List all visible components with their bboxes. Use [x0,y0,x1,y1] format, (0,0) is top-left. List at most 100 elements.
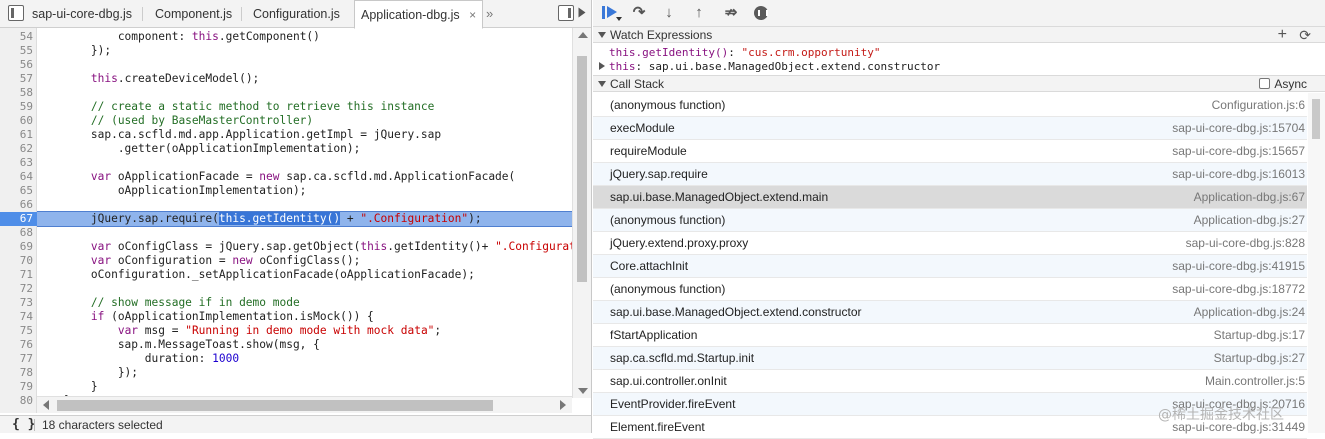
call-frame-function: (anonymous function) [610,98,726,112]
call-frame[interactable]: (anonymous function) sap-ui-core-dbg.js:1… [593,278,1307,301]
call-frame-location[interactable]: Application-dbg.js:67 [1194,186,1305,208]
watch-item[interactable]: this: sap.ui.base.ManagedObject.extend.c… [593,60,1325,73]
async-toggle[interactable]: Async [1259,76,1307,92]
scroll-right-icon[interactable] [560,400,566,410]
line-number[interactable]: 65 [0,184,33,198]
call-frame[interactable]: sap.ca.scfld.md.Startup.init Startup-dbg.… [593,347,1307,370]
scroll-thumb[interactable] [1312,99,1320,139]
call-stack-header[interactable]: Call Stack Async [593,75,1325,92]
watch-expressions-header[interactable]: Watch Expressions + ⟳ [593,26,1325,43]
call-frame-location[interactable]: Main.controller.js:5 [1205,370,1305,392]
tab-component[interactable]: Component.js [155,0,232,28]
code-view[interactable]: component: this.getComponent() }); this.… [37,28,572,398]
line-number[interactable]: 63 [0,156,33,170]
call-stack-scrollbar[interactable] [1308,93,1325,433]
call-frame-location[interactable]: Startup-dbg.js:27 [1214,347,1305,369]
resume-script-execution-button[interactable] [599,4,622,22]
refresh-watch-icon[interactable]: ⟳ [1299,27,1311,43]
line-number[interactable]: 64 [0,170,33,184]
close-tab-icon[interactable]: × [469,8,476,22]
call-frame[interactable]: execModule sap-ui-core-dbg.js:15704 [593,117,1307,140]
line-number[interactable]: 79 [0,380,33,394]
line-number[interactable]: 54 [0,30,33,44]
call-frame[interactable]: (anonymous function) Configuration.js:6 [593,94,1307,117]
tab-configuration[interactable]: Configuration.js [253,0,340,28]
step-out-button[interactable]: ↑ [689,4,709,22]
code-line: if (oApplicationImplementation.isMock())… [37,310,572,324]
line-number[interactable]: 77 [0,352,33,366]
debugger-toolbar: ↷ ↓ ↑ ⇏ [593,0,1325,27]
pause-on-exceptions-button[interactable] [751,4,771,22]
call-frame[interactable]: fStartApplication Startup-dbg.js:17 [593,324,1307,347]
step-into-button[interactable]: ↓ [659,4,679,22]
call-frame[interactable]: sap.ui.base.ManagedObject.extend.constru… [593,301,1307,324]
line-number[interactable]: 72 [0,282,33,296]
toggle-navigator-icon[interactable] [8,5,24,21]
async-label: Async [1274,77,1307,91]
scroll-thumb[interactable] [577,56,587,282]
line-number[interactable]: 67 [0,212,37,226]
code-token: this [360,240,388,253]
deactivate-breakpoints-button[interactable]: ⇏ [721,4,741,22]
call-frame-location[interactable]: sap-ui-core-dbg.js:15704 [1172,117,1305,139]
step-over-button[interactable]: ↷ [629,4,649,22]
horizontal-scrollbar[interactable] [37,396,572,413]
pretty-print-button[interactable]: { } [12,416,35,434]
line-number[interactable]: 74 [0,310,33,324]
line-number[interactable]: 61 [0,128,33,142]
call-frame-location[interactable]: Startup-dbg.js:17 [1214,324,1305,346]
call-frame[interactable]: Core.attachInit sap-ui-core-dbg.js:41915 [593,255,1307,278]
line-number[interactable]: 59 [0,100,33,114]
add-watch-icon[interactable]: + [1278,27,1287,43]
line-number[interactable]: 78 [0,366,33,380]
line-number[interactable]: 69 [0,240,33,254]
deactivate-breakpoints-icon: ⇏ [724,4,738,21]
call-frame[interactable]: jQuery.extend.proxy.proxy sap-ui-core-dbg… [593,232,1307,255]
line-number[interactable]: 62 [0,142,33,156]
call-frame[interactable]: requireModule sap-ui-core-dbg.js:15657 [593,140,1307,163]
call-frame-location[interactable]: sap-ui-core-dbg.js:15657 [1172,140,1305,162]
line-number[interactable]: 55 [0,44,33,58]
call-frame-location[interactable]: sap-ui-core-dbg.js:828 [1186,232,1305,254]
call-frame-location[interactable]: sap-ui-core-dbg.js:41915 [1172,255,1305,277]
call-frame-location[interactable]: Application-dbg.js:27 [1194,209,1305,231]
code-token: this [90,72,118,85]
tab-sap-ui-core-dbg[interactable]: sap-ui-core-dbg.js [32,0,132,28]
watch-item[interactable]: this.getIdentity(): "cus.crm.opportunity… [593,46,1325,59]
line-number[interactable]: 60 [0,114,33,128]
line-number[interactable]: 58 [0,86,33,100]
call-frame-location[interactable]: Application-dbg.js:24 [1194,301,1305,323]
tab-application-dbg[interactable]: Application-dbg.js × [354,0,484,29]
line-number[interactable]: 80 [0,394,33,408]
call-frame[interactable]: jQuery.sap.require sap-ui-core-dbg.js:160… [593,163,1307,186]
line-number[interactable]: 66 [0,198,33,212]
call-frame-location[interactable]: Configuration.js:6 [1212,94,1305,116]
scroll-thumb[interactable] [57,400,493,411]
async-checkbox[interactable] [1259,78,1271,89]
line-number[interactable]: 57 [0,72,33,86]
line-number[interactable]: 73 [0,296,33,310]
call-frame[interactable]: sap.ui.controller.onInit Main.controller.… [593,370,1307,393]
call-frame[interactable]: (anonymous function) Application-dbg.js:2… [593,209,1307,232]
line-number[interactable]: 68 [0,226,33,240]
line-number[interactable]: 71 [0,268,33,282]
line-number[interactable]: 70 [0,254,33,268]
scroll-down-icon[interactable] [578,388,588,394]
line-number[interactable]: 56 [0,58,33,72]
vertical-scrollbar[interactable] [572,28,591,398]
code-line: var msg = "Running in demo mode with moc… [37,324,572,338]
toggle-debugger-icon[interactable] [558,5,574,21]
scroll-up-icon[interactable] [578,32,588,38]
code-line: component: this.getComponent() [37,30,572,44]
scroll-left-icon[interactable] [43,400,49,410]
more-tabs-icon[interactable]: » [486,0,493,28]
expand-object-icon[interactable] [599,62,605,70]
call-frame-location[interactable]: sap-ui-core-dbg.js:16013 [1172,163,1305,185]
call-frame[interactable]: sap.ui.base.ManagedObject.extend.main App… [593,186,1307,209]
collapse-arrow-icon[interactable] [575,6,587,20]
call-frame-location[interactable]: sap-ui-core-dbg.js:18772 [1172,278,1305,300]
line-number[interactable]: 75 [0,324,33,338]
line-number[interactable]: 76 [0,338,33,352]
